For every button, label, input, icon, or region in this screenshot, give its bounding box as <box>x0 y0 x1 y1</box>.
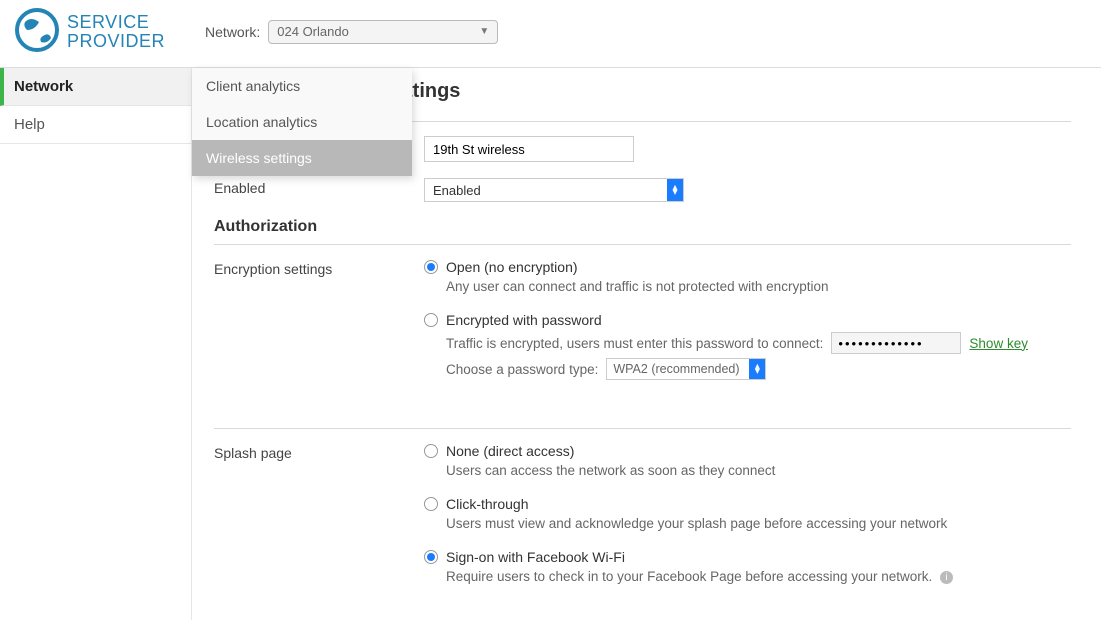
radio-splash-click[interactable] <box>424 497 438 511</box>
brand-text-1: SERVICE <box>67 13 165 32</box>
submenu-wireless-settings[interactable]: Wireless settings <box>192 140 412 176</box>
page-title: ttings <box>406 80 1101 103</box>
info-icon[interactable]: i <box>940 571 953 584</box>
splash-click-title: Click-through <box>446 496 528 512</box>
main: Client analytics Location analytics Wire… <box>192 68 1101 620</box>
radio-open[interactable] <box>424 260 438 274</box>
password-input[interactable] <box>831 332 961 354</box>
select-handle-icon: ▴▾ <box>749 359 765 379</box>
password-type-select[interactable]: WPA2 (recommended) ▴▾ <box>606 358 766 380</box>
divider <box>214 428 1071 429</box>
encryption-open-option: Open (no encryption) Any user can connec… <box>424 259 1071 294</box>
encrypted-desc: Traffic is encrypted, users must enter t… <box>446 336 823 351</box>
brand-text-2: PROVIDER <box>67 32 165 51</box>
globe-icon <box>15 8 59 55</box>
sidebar-item-label: Network <box>14 78 73 95</box>
splash-facebook-option: Sign-on with Facebook Wi-Fi Require user… <box>424 549 1071 584</box>
submenu-flyout: Client analytics Location analytics Wire… <box>192 68 412 176</box>
chevron-down-icon: ▼ <box>479 26 489 37</box>
splash-fb-desc: Require users to check in to your Facebo… <box>446 569 1071 584</box>
splash-click-option: Click-through Users must view and acknow… <box>424 496 1071 531</box>
splash-none-desc: Users can access the network as soon as … <box>446 463 1071 478</box>
open-title: Open (no encryption) <box>446 259 578 275</box>
header: SERVICE PROVIDER Network: 024 Orlando ▼ <box>0 0 1101 68</box>
splash-none-title: None (direct access) <box>446 443 574 459</box>
encryption-password-option: Encrypted with password Traffic is encry… <box>424 312 1071 380</box>
password-type-label: Choose a password type: <box>446 362 598 377</box>
select-handle-icon: ▴▾ <box>667 179 683 201</box>
brand-logo: SERVICE PROVIDER <box>15 8 165 55</box>
sidebar-item-network[interactable]: Network <box>0 68 191 106</box>
ssid-input[interactable] <box>424 136 634 162</box>
divider <box>214 244 1071 245</box>
radio-encrypted[interactable] <box>424 313 438 327</box>
show-key-link[interactable]: Show key <box>969 336 1028 351</box>
encryption-label: Encryption settings <box>214 259 424 277</box>
sidebar-item-help[interactable]: Help <box>0 106 191 144</box>
sidebar: Network Help <box>0 68 192 620</box>
splash-none-option: None (direct access) Users can access th… <box>424 443 1071 478</box>
radio-splash-none[interactable] <box>424 444 438 458</box>
enabled-select[interactable]: Enabled ▴▾ <box>424 178 684 202</box>
submenu-location-analytics[interactable]: Location analytics <box>192 104 412 140</box>
open-desc: Any user can connect and traffic is not … <box>446 279 1071 294</box>
splash-click-desc: Users must view and acknowledge your spl… <box>446 516 1071 531</box>
authorization-heading: Authorization <box>214 218 1071 236</box>
radio-splash-fb[interactable] <box>424 550 438 564</box>
network-select[interactable]: 024 Orlando ▼ <box>268 20 498 44</box>
splash-fb-title: Sign-on with Facebook Wi-Fi <box>446 549 625 565</box>
encrypted-title: Encrypted with password <box>446 312 602 328</box>
network-select-value: 024 Orlando <box>277 24 349 39</box>
network-picker: Network: 024 Orlando ▼ <box>205 20 498 44</box>
network-label: Network: <box>205 24 260 40</box>
submenu-client-analytics[interactable]: Client analytics <box>192 68 412 104</box>
enabled-label: Enabled <box>214 178 424 196</box>
sidebar-item-label: Help <box>14 116 45 133</box>
splash-label: Splash page <box>214 443 424 461</box>
